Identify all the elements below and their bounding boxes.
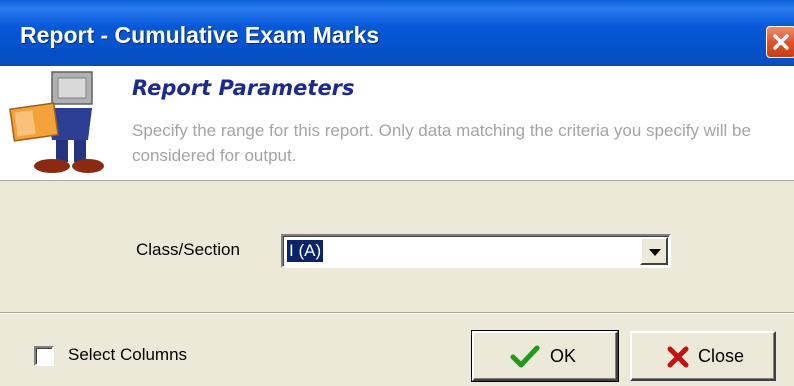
dropdown-button[interactable] bbox=[640, 237, 668, 265]
ok-button[interactable]: OK bbox=[471, 330, 619, 382]
reading-mascot-icon bbox=[9, 71, 104, 173]
checkmark-icon bbox=[510, 345, 540, 368]
chevron-down-icon bbox=[649, 249, 661, 256]
select-columns-label[interactable]: Select Columns bbox=[68, 345, 187, 365]
class-section-dropdown[interactable]: I (A) bbox=[281, 234, 671, 268]
header-panel: Report Parameters Specify the range for … bbox=[0, 66, 794, 181]
red-x-icon bbox=[667, 346, 689, 368]
header-description: Specify the range for this report. Only … bbox=[132, 121, 751, 165]
close-x-icon bbox=[773, 34, 789, 50]
close-label: Close bbox=[698, 346, 745, 366]
ok-label: OK bbox=[550, 346, 577, 366]
class-section-value: I (A) bbox=[287, 240, 324, 262]
footer-separator bbox=[0, 312, 794, 314]
window-title: Report - Cumulative Exam Marks bbox=[20, 22, 380, 48]
window-close-button[interactable] bbox=[766, 26, 794, 58]
title-bar[interactable]: Report - Cumulative Exam Marks bbox=[0, 0, 794, 66]
report-dialog: Report - Cumulative Exam Marks Report Pa… bbox=[0, 0, 794, 386]
close-button[interactable]: Close bbox=[630, 331, 776, 381]
class-section-label: Class/Section bbox=[136, 240, 240, 259]
header-title: Report Parameters bbox=[132, 76, 355, 100]
select-columns-checkbox[interactable] bbox=[34, 346, 54, 366]
